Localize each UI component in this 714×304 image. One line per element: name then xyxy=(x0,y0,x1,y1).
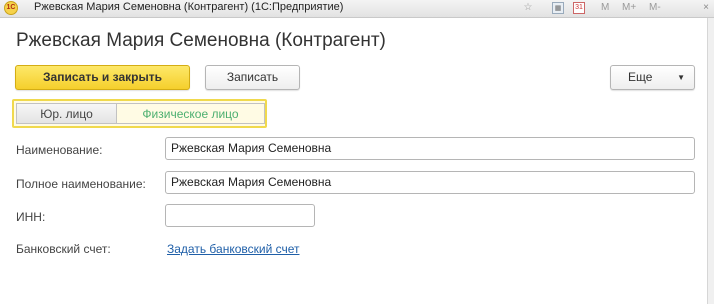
window-titlebar: 1С Ржевская Мария Семеновна (Контрагент)… xyxy=(0,0,714,18)
inn-label: ИНН: xyxy=(16,210,46,224)
close-icon[interactable]: × xyxy=(700,2,712,14)
calendar-icon[interactable]: 31 xyxy=(573,2,585,14)
star-icon[interactable]: ☆ xyxy=(522,2,534,14)
more-button[interactable]: Еще ▼ xyxy=(610,65,695,90)
window-right-edge xyxy=(707,18,714,304)
memory-plus-button[interactable]: М+ xyxy=(622,2,636,13)
calculator-icon[interactable]: ▦ xyxy=(552,2,564,14)
set-bank-account-link[interactable]: Задать банковский счет xyxy=(167,242,300,256)
app-logo-icon[interactable]: 1С xyxy=(4,1,18,15)
counterparty-kind-switch: Юр. лицо Физическое лицо xyxy=(12,99,267,128)
option-legal-entity[interactable]: Юр. лицо xyxy=(16,103,117,124)
page-title: Ржевская Мария Семеновна (Контрагент) xyxy=(16,30,386,51)
save-button[interactable]: Записать xyxy=(205,65,300,90)
inn-field[interactable] xyxy=(165,204,315,227)
memory-button[interactable]: М xyxy=(601,2,609,13)
full-name-label: Полное наименование: xyxy=(16,177,146,191)
window-title: Ржевская Мария Семеновна (Контрагент) (1… xyxy=(34,1,344,13)
name-label: Наименование: xyxy=(16,143,103,157)
chevron-down-icon: ▼ xyxy=(677,73,685,82)
bank-account-label: Банковский счет: xyxy=(16,242,111,256)
full-name-field[interactable]: Ржевская Мария Семеновна xyxy=(165,171,695,194)
option-individual[interactable]: Физическое лицо xyxy=(116,103,265,124)
more-button-label: Еще xyxy=(628,70,653,84)
save-and-close-button[interactable]: Записать и закрыть xyxy=(15,65,190,90)
memory-minus-button[interactable]: М- xyxy=(649,2,661,13)
name-field[interactable]: Ржевская Мария Семеновна xyxy=(165,137,695,160)
